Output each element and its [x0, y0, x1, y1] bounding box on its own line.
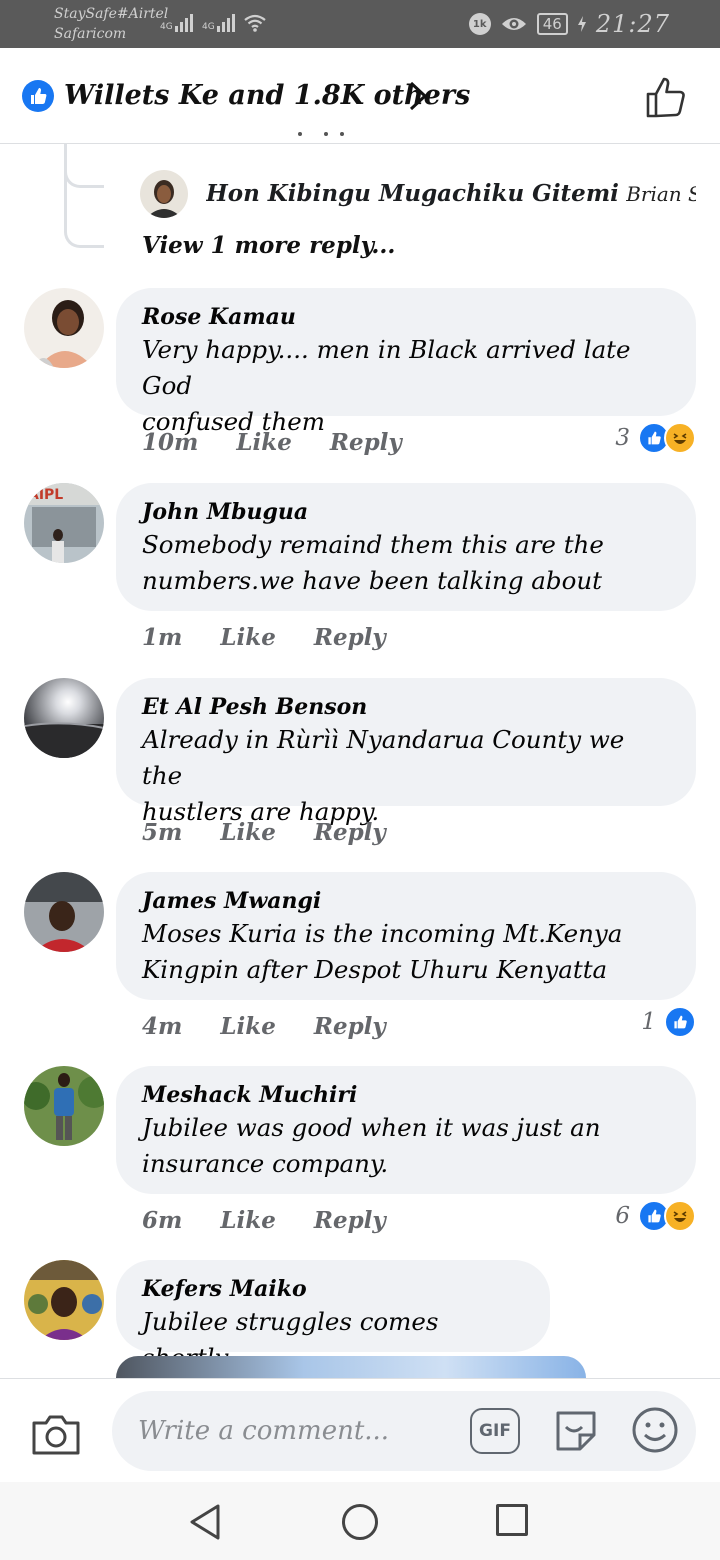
- reply-button[interactable]: Reply: [314, 819, 386, 846]
- like-button[interactable]: Like: [220, 1013, 275, 1040]
- svg-text:AIPL: AIPL: [28, 487, 63, 503]
- avatar[interactable]: [24, 678, 104, 758]
- comment-timestamp: 10m: [142, 428, 199, 456]
- clipped-text-fragment: [298, 132, 344, 136]
- comment-text-line: insurance company.: [142, 1149, 389, 1178]
- comment-text-line: Jubilee was good when it was just an: [142, 1113, 601, 1142]
- comment-bubble[interactable]: Kefers Maiko Jubilee struggles comes sho…: [116, 1260, 550, 1372]
- comment-timestamp: 4m: [142, 1012, 183, 1040]
- like-button[interactable]: Like: [220, 819, 275, 846]
- comment-bubble[interactable]: Et Al Pesh Benson Already in Rùrìì Nyand…: [116, 678, 696, 826]
- signal-1-icon: 4G: [160, 14, 193, 32]
- reaction-count: 3: [615, 425, 630, 451]
- status-right: 1k 46 21:27: [468, 10, 670, 38]
- comment-actions: 1m Like Reply: [142, 619, 424, 655]
- gif-button[interactable]: GIF: [470, 1408, 520, 1454]
- network-type-2: 4G: [202, 22, 215, 32]
- reply-button[interactable]: Reply: [314, 624, 386, 651]
- comment-timestamp: 1m: [142, 623, 183, 651]
- comment-author[interactable]: Rose Kamau: [142, 302, 672, 332]
- comment-text-line: Moses Kuria is the incoming Mt.Kenya: [142, 919, 623, 948]
- wifi-icon: [244, 14, 266, 32]
- chevron-right-icon[interactable]: [402, 80, 432, 112]
- reply-button[interactable]: Reply: [314, 1013, 386, 1040]
- comment-text-line: numbers.we have been talking about: [142, 566, 602, 595]
- network-type-1: 4G: [160, 22, 173, 32]
- avatar[interactable]: AIPL: [24, 483, 104, 563]
- reaction-summary[interactable]: 3: [615, 422, 696, 454]
- status-bar: StaySafe#Airtel Safaricom 4G 4G 1k 46 21…: [0, 0, 720, 48]
- comment-actions: 5m Like Reply: [142, 814, 424, 850]
- haha-reaction-icon: [664, 422, 696, 454]
- avatar[interactable]: [24, 288, 104, 368]
- avatar[interactable]: [24, 1066, 104, 1146]
- reaction-count: 1: [641, 1009, 656, 1035]
- comment-text-line: Somebody remaind them this are the: [142, 530, 604, 559]
- comment-actions: 10m Like Reply: [142, 424, 440, 460]
- comment-text-line: Already in Rùrìì Nyandarua County we the: [142, 725, 625, 790]
- comment-author[interactable]: Kefers Maiko: [142, 1274, 526, 1304]
- battery-indicator: 46: [536, 13, 568, 35]
- back-icon[interactable]: [186, 1502, 226, 1542]
- comment-timestamp: 5m: [142, 818, 183, 846]
- comments-sheet: Willets Ke and 1.8K others Hon Kibingu M…: [0, 48, 720, 1560]
- comment-actions: 4m Like Reply: [142, 1008, 424, 1044]
- reaction-count: 6: [615, 1203, 630, 1229]
- comment-text-line: Very happy.... men in Black arrived late…: [142, 335, 631, 400]
- clock: 21:27: [595, 10, 670, 38]
- reply-author[interactable]: Hon Kibingu Mugachiku Gitemi: [206, 180, 619, 207]
- home-icon[interactable]: [342, 1504, 378, 1540]
- reaction-summary[interactable]: 6: [615, 1200, 696, 1232]
- avatar[interactable]: [24, 1260, 104, 1340]
- signal-2-icon: 4G: [202, 14, 235, 32]
- like-reaction-icon: [22, 80, 54, 112]
- like-button[interactable]: Like: [220, 1207, 275, 1234]
- like-button[interactable]: Like: [236, 429, 291, 456]
- system-navigation-bar: [0, 1482, 720, 1560]
- comment-author[interactable]: Meshack Muchiri: [142, 1080, 672, 1110]
- comment-timestamp: 6m: [142, 1206, 183, 1234]
- like-reaction-icon: [664, 1006, 696, 1038]
- data-saver-icon: 1k: [468, 13, 491, 35]
- comment-composer: Write a comment... GIF: [0, 1378, 720, 1482]
- comment-actions: 6m Like Reply: [142, 1202, 424, 1238]
- thumbs-up-outline-icon[interactable]: [642, 74, 688, 120]
- comment-input[interactable]: Write a comment... GIF: [112, 1391, 696, 1471]
- haha-reaction-icon: [664, 1200, 696, 1232]
- reply-preview[interactable]: Hon Kibingu Mugachiku Gitemi Brian Slim …: [206, 176, 696, 212]
- reaction-summary[interactable]: 1: [641, 1006, 696, 1038]
- reply-button[interactable]: Reply: [330, 429, 402, 456]
- emoji-icon[interactable]: [630, 1405, 680, 1455]
- avatar[interactable]: [24, 872, 104, 952]
- carrier-1: StaySafe#Airtel: [54, 6, 169, 22]
- comment-bubble[interactable]: Rose Kamau Very happy.... men in Black a…: [116, 288, 696, 436]
- comment-placeholder: Write a comment...: [138, 1416, 390, 1446]
- recent-apps-icon[interactable]: [496, 1504, 528, 1536]
- comment-bubble[interactable]: James Mwangi Moses Kuria is the incoming…: [116, 872, 696, 1000]
- comment-bubble[interactable]: Meshack Muchiri Jubilee was good when it…: [116, 1066, 696, 1194]
- like-button[interactable]: Like: [220, 624, 275, 651]
- comment-text-line: Kingpin after Despot Uhuru Kenyatta: [142, 955, 608, 984]
- comment-author[interactable]: Et Al Pesh Benson: [142, 692, 672, 722]
- comment-author[interactable]: James Mwangi: [142, 886, 672, 916]
- reply-text: Brian Slim �...: [626, 182, 696, 206]
- charging-icon: [577, 16, 586, 32]
- comment-bubble[interactable]: John Mbugua Somebody remaind them this a…: [116, 483, 696, 611]
- avatar[interactable]: [140, 170, 188, 218]
- camera-icon[interactable]: [30, 1413, 82, 1457]
- thread-connector-branch: [64, 144, 104, 188]
- reactions-header[interactable]: Willets Ke and 1.8K others: [0, 48, 720, 144]
- carrier-2: Safaricom: [54, 26, 127, 42]
- sticker-icon[interactable]: [550, 1405, 602, 1457]
- eye-icon: [501, 18, 526, 30]
- view-more-replies-link[interactable]: View 1 more reply...: [142, 228, 395, 264]
- comment-author[interactable]: John Mbugua: [142, 497, 672, 527]
- reply-button[interactable]: Reply: [314, 1207, 386, 1234]
- carrier-labels: StaySafe#Airtel Safaricom: [54, 4, 168, 44]
